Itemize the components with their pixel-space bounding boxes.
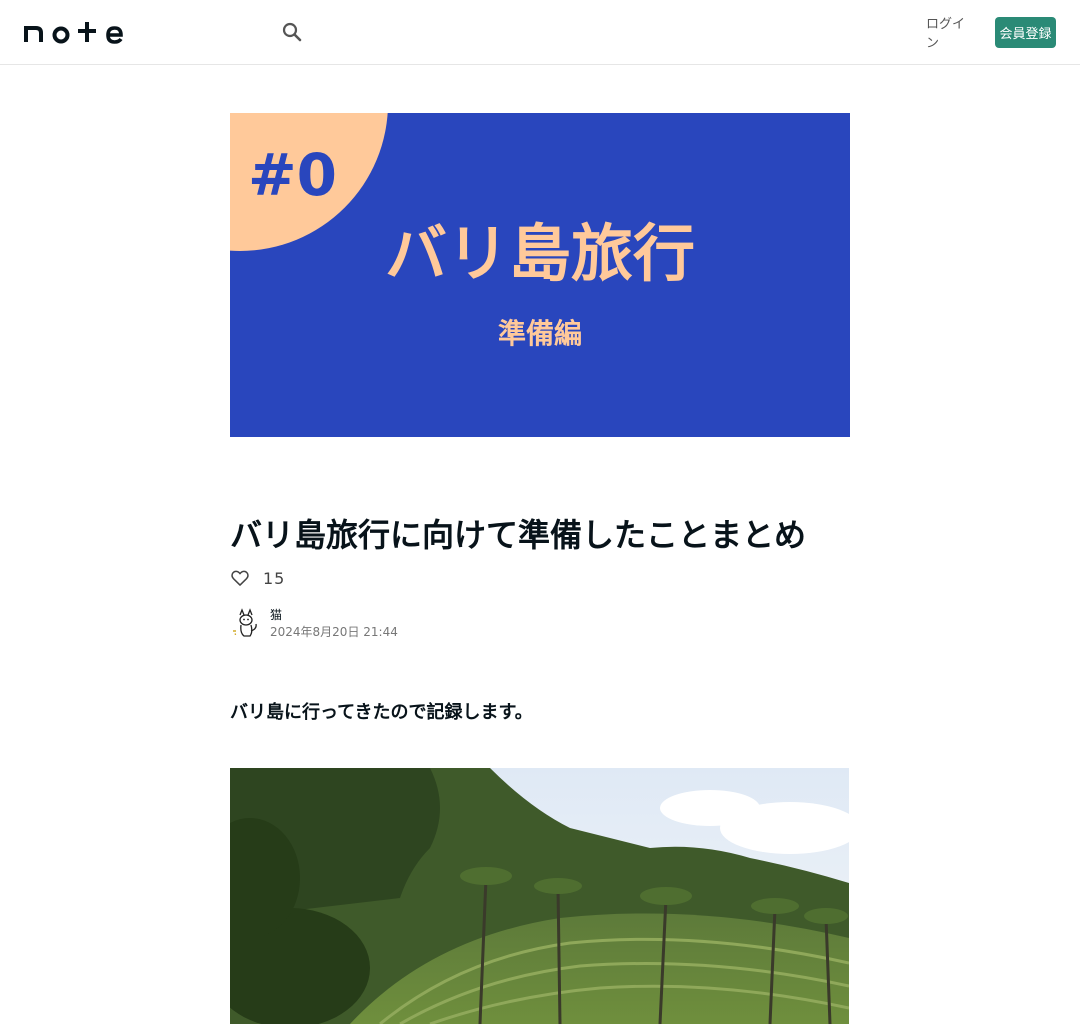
signup-button[interactable]: 会員登録 — [995, 17, 1056, 48]
author-avatar[interactable] — [230, 607, 262, 639]
cover-image: #0 バリ島旅行 準備編 — [230, 113, 850, 437]
article-title: バリ島旅行に向けて準備したことまとめ — [230, 516, 807, 554]
post-date: 2024年8月20日 21:44 — [270, 625, 398, 639]
cover-badge: #0 — [248, 141, 337, 209]
note-logo-mark — [24, 22, 123, 44]
note-logo[interactable] — [24, 20, 124, 44]
cover-headline: バリ島旅行 — [385, 217, 695, 290]
login-link[interactable]: ログイン — [926, 17, 972, 51]
author-meta: 猫 2024年8月20日 21:44 — [270, 606, 398, 640]
cat-avatar-icon — [230, 607, 262, 639]
author-info: 猫 2024年8月20日 21:44 — [230, 606, 398, 640]
heart-outline-icon — [231, 570, 249, 586]
author-name[interactable]: 猫 — [270, 606, 398, 624]
search-button[interactable] — [276, 16, 308, 48]
article-lead-text: バリ島に行ってきたので記録します。 — [230, 702, 533, 723]
like-count: 15 — [263, 568, 286, 588]
like-button[interactable] — [230, 568, 250, 588]
like-row: 15 — [230, 566, 285, 590]
site-header: ログイン 会員登録 — [0, 0, 1080, 65]
rice-terrace-photo — [230, 768, 849, 1024]
cover-subheadline: 準備編 — [498, 317, 582, 350]
search-icon — [282, 22, 302, 42]
